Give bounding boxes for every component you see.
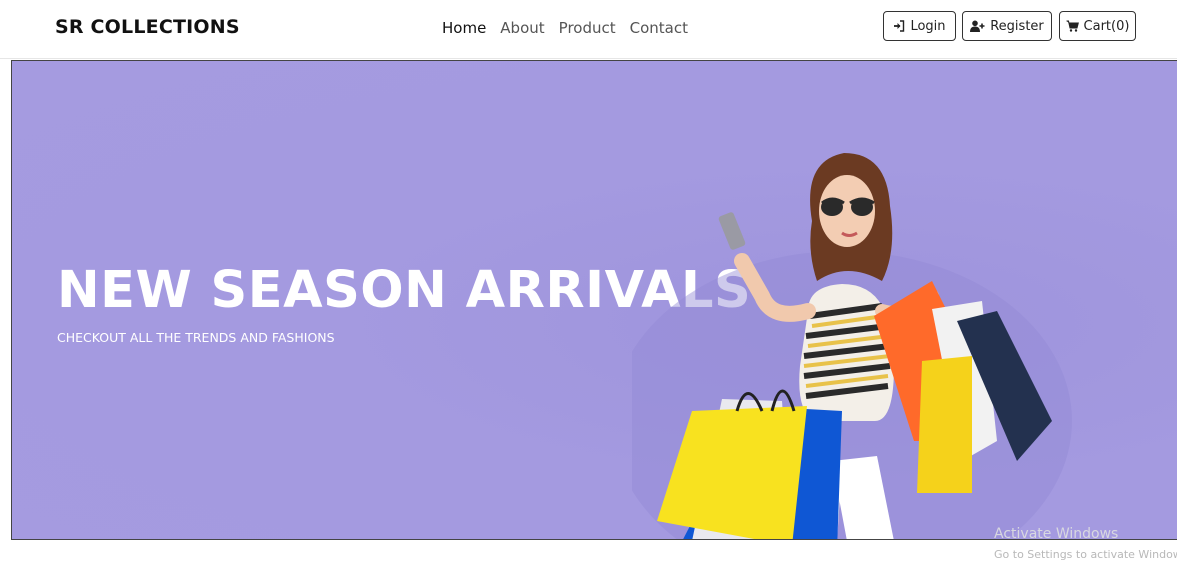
nav-link-contact[interactable]: Contact (630, 19, 688, 37)
hero-subtitle: CHECKOUT ALL THE TRENDS AND FASHIONS (57, 330, 335, 345)
navbar: SR COLLECTIONS Home About Product Contac… (0, 0, 1177, 59)
sign-in-icon (893, 20, 905, 32)
shopping-cart-icon (1066, 20, 1079, 32)
activate-windows-subtitle: Go to Settings to activate Windows. (994, 548, 1177, 561)
register-label: Register (990, 18, 1044, 34)
user-plus-icon (970, 20, 985, 32)
activate-windows-title: Activate Windows (994, 526, 1119, 542)
hero-image (632, 153, 1072, 539)
register-button[interactable]: Register (962, 11, 1052, 41)
login-label: Login (910, 18, 946, 34)
cart-label: Cart(0) (1083, 18, 1130, 34)
cart-button[interactable]: Cart(0) (1059, 11, 1136, 41)
nav-link-about[interactable]: About (500, 19, 544, 37)
brand-logo[interactable]: SR COLLECTIONS (55, 16, 240, 38)
nav-links: Home About Product Contact (442, 19, 688, 37)
login-button[interactable]: Login (883, 11, 956, 41)
nav-link-product[interactable]: Product (559, 19, 616, 37)
nav-link-home[interactable]: Home (442, 19, 486, 37)
hero-banner: NEW SEASON ARRIVALS CHECKOUT ALL THE TRE… (11, 60, 1177, 540)
